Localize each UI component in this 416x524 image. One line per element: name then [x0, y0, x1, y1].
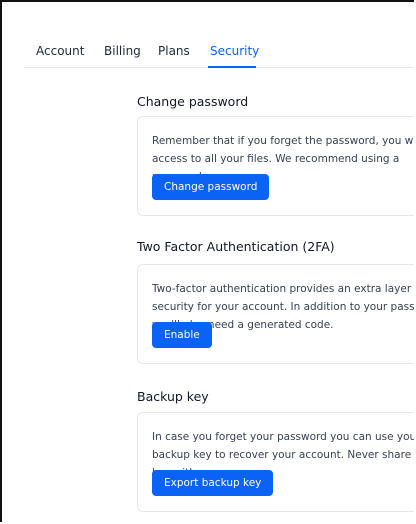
change-password-card: Remember that if you forget the password… — [137, 116, 414, 216]
tab-billing[interactable]: Billing — [104, 43, 141, 59]
export-backup-key-button[interactable]: Export backup key — [152, 470, 274, 496]
backup-key-heading: Backup key — [137, 389, 209, 404]
two-factor-heading: Two Factor Authentication (2FA) — [137, 239, 335, 254]
active-tab-indicator — [208, 66, 256, 68]
enable-2fa-button[interactable]: Enable — [152, 322, 212, 348]
tab-security[interactable]: Security — [210, 43, 259, 59]
settings-window: Account Billing Plans Security Change pa… — [0, 0, 414, 522]
settings-tabs: Account Billing Plans Security — [24, 38, 414, 68]
change-password-heading: Change password — [137, 94, 249, 109]
backup-key-card: In case you forget your password you can… — [137, 412, 414, 512]
two-factor-card: Two-factor authentication provides an ex… — [137, 264, 414, 364]
tab-account[interactable]: Account — [36, 43, 84, 59]
change-password-button[interactable]: Change password — [152, 174, 270, 200]
tab-plans[interactable]: Plans — [158, 43, 190, 59]
